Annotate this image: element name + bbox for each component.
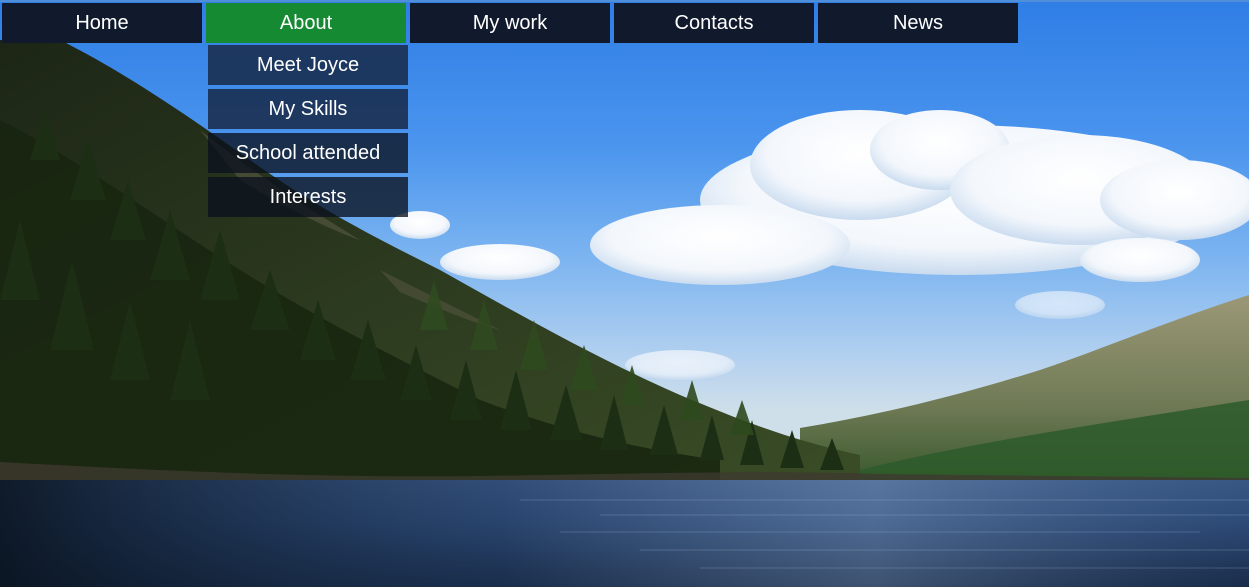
dropdown-item-my-skills[interactable]: My Skills — [208, 89, 408, 129]
dropdown-item-school-attended[interactable]: School attended — [208, 133, 408, 173]
landscape-photo — [0, 40, 1249, 587]
page-background: Home About My work Contacts News Meet Jo… — [0, 0, 1249, 587]
main-navigation: Home About My work Contacts News — [0, 0, 1249, 45]
dropdown-item-interests[interactable]: Interests — [208, 177, 408, 217]
nav-item-contacts[interactable]: Contacts — [614, 3, 814, 43]
nav-top-border — [0, 0, 1249, 2]
nav-item-home[interactable]: Home — [2, 3, 202, 43]
nav-item-news[interactable]: News — [818, 3, 1018, 43]
nav-item-about[interactable]: About — [206, 3, 406, 43]
nav-item-my-work[interactable]: My work — [410, 3, 610, 43]
dropdown-item-meet-joyce[interactable]: Meet Joyce — [208, 45, 408, 85]
